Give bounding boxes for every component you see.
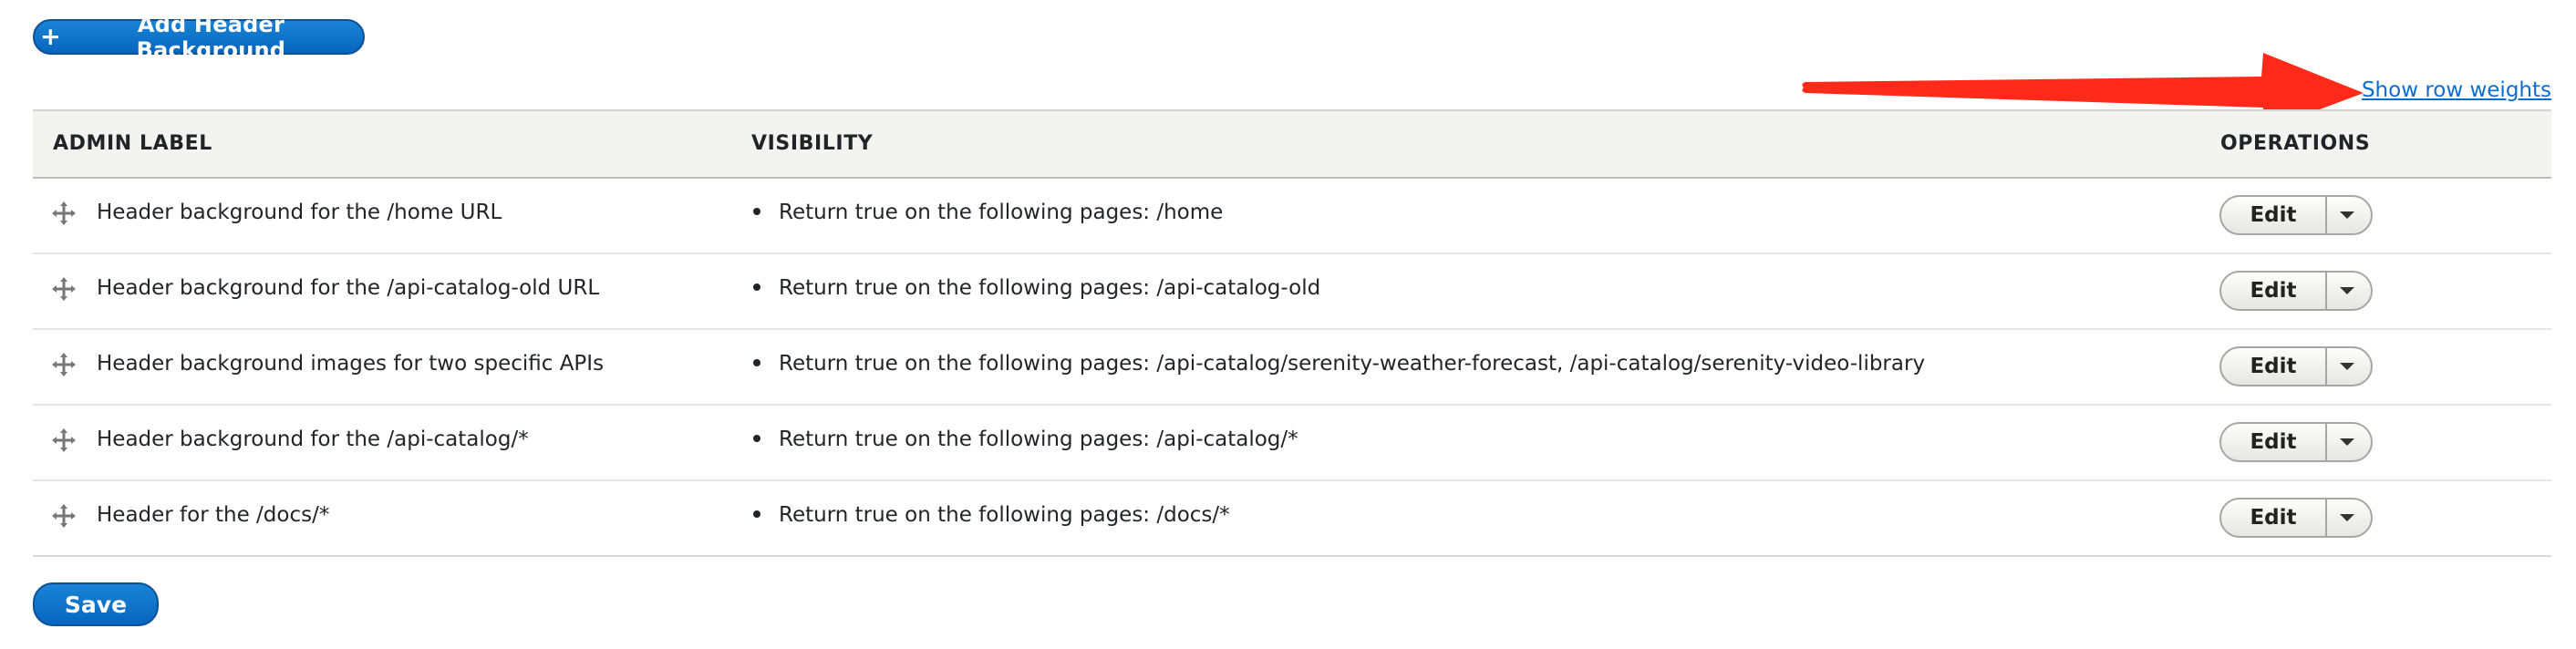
drag-handle-icon[interactable]	[51, 503, 77, 529]
operations-toggle-button[interactable]	[2327, 424, 2371, 460]
edit-button[interactable]: Edit	[2221, 273, 2327, 309]
header-backgrounds-table: ADMIN LABEL VISIBILITY OPERATIONS Header…	[33, 109, 2551, 557]
operations-dropbutton: Edit	[2219, 498, 2373, 538]
operations-dropbutton: Edit	[2219, 271, 2373, 311]
edit-button[interactable]: Edit	[2221, 500, 2327, 536]
drag-handle-icon[interactable]	[51, 276, 77, 302]
row-admin-label: Header background for the /home URL	[97, 201, 502, 224]
row-admin-label: Header background images for two specifi…	[97, 352, 605, 376]
operations-dropbutton: Edit	[2219, 422, 2373, 462]
visibility-text: Return true on the following pages: /api…	[779, 428, 1298, 451]
edit-button[interactable]: Edit	[2221, 424, 2327, 460]
visibility-text: Return true on the following pages: /api…	[779, 276, 1321, 300]
column-header-visibility: VISIBILITY	[751, 132, 874, 155]
visibility-text: Return true on the following pages: /api…	[779, 352, 1926, 376]
row-visibility: Return true on the following pages: /api…	[753, 352, 1925, 376]
table-row: Header background for the /api-catalog/*…	[33, 406, 2551, 481]
row-visibility: Return true on the following pages: /api…	[753, 276, 1320, 300]
operations-dropbutton: Edit	[2219, 346, 2373, 386]
row-admin-label: Header background for the /api-catalog/*	[97, 428, 529, 451]
add-header-background-label: Add Header Background	[136, 11, 286, 63]
row-visibility: Return true on the following pages: /hom…	[753, 201, 1223, 224]
table-header: ADMIN LABEL VISIBILITY OPERATIONS	[33, 111, 2551, 179]
column-header-operations: OPERATIONS	[2220, 132, 2371, 155]
chevron-down-icon	[2340, 363, 2354, 370]
operations-toggle-button[interactable]	[2327, 197, 2371, 233]
chevron-down-icon	[2340, 438, 2354, 446]
edit-button[interactable]: Edit	[2221, 348, 2327, 385]
visibility-text: Return true on the following pages: /doc…	[779, 503, 1230, 527]
add-header-background-button[interactable]: + Add Header Background	[33, 12, 365, 63]
edit-button[interactable]: Edit	[2221, 197, 2327, 233]
table-row: Header background images for two specifi…	[33, 330, 2551, 406]
chevron-down-icon	[2340, 287, 2354, 294]
table-row: Header for the /docs/* Return true on th…	[33, 481, 2551, 557]
chevron-down-icon	[2340, 514, 2354, 521]
row-visibility: Return true on the following pages: /api…	[753, 428, 1298, 451]
operations-toggle-button[interactable]	[2327, 500, 2371, 536]
column-header-admin-label: ADMIN LABEL	[53, 132, 212, 155]
operations-dropbutton: Edit	[2219, 195, 2373, 235]
table-row: Header background for the /api-catalog-o…	[33, 254, 2551, 330]
operations-toggle-button[interactable]	[2327, 348, 2371, 385]
row-admin-label: Header for the /docs/*	[97, 503, 330, 527]
plus-icon: +	[40, 23, 61, 51]
drag-handle-icon[interactable]	[51, 428, 77, 453]
row-admin-label: Header background for the /api-catalog-o…	[97, 276, 600, 300]
visibility-text: Return true on the following pages: /hom…	[779, 201, 1224, 224]
drag-handle-icon[interactable]	[51, 201, 77, 226]
table-row: Header background for the /home URL Retu…	[33, 179, 2551, 254]
show-row-weights-link[interactable]: Show row weights	[2362, 78, 2551, 102]
chevron-down-icon	[2340, 211, 2354, 219]
save-button[interactable]: Save	[33, 582, 159, 626]
operations-toggle-button[interactable]	[2327, 273, 2371, 309]
drag-handle-icon[interactable]	[51, 352, 77, 377]
row-visibility: Return true on the following pages: /doc…	[753, 503, 1230, 527]
